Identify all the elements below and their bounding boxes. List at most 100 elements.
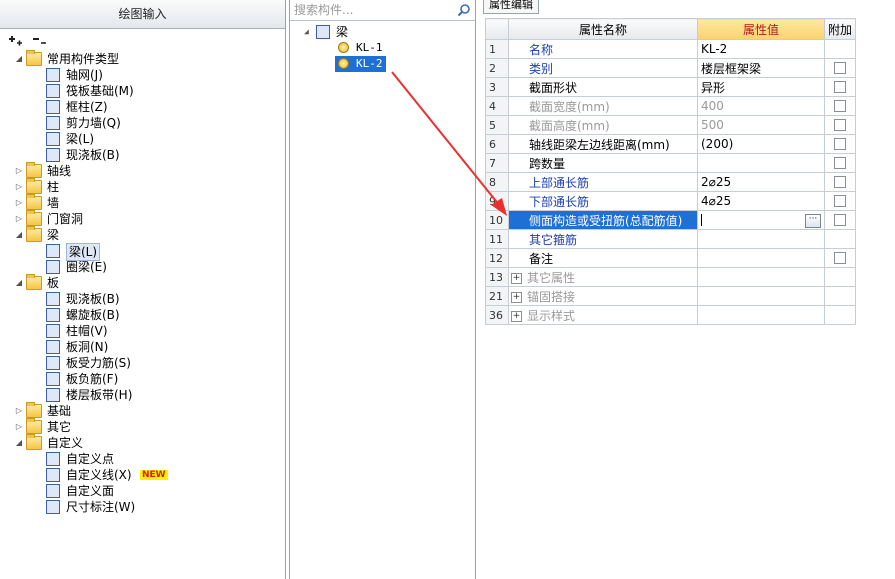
property-row[interactable]: 7 跨数量	[485, 153, 857, 173]
collapse-arrow-icon[interactable]: ◢	[14, 227, 24, 243]
property-value-cell[interactable]: 4⌀25	[697, 191, 825, 211]
property-value-cell[interactable]	[697, 305, 825, 325]
attach-checkbox[interactable]	[834, 252, 846, 264]
property-row[interactable]: 10 侧面构造或受扭筋(总配筋值) ···	[485, 210, 857, 230]
tree-item[interactable]: 自定义线(X) NEW	[0, 467, 285, 483]
property-value-cell[interactable]	[697, 229, 825, 249]
tree-folder[interactable]: ◢ 板	[0, 274, 285, 291]
property-row[interactable]: 9 下部通长筋 4⌀25	[485, 191, 857, 211]
expand-arrow-icon[interactable]: ▷	[14, 179, 24, 195]
expand-arrow-icon[interactable]: ▷	[14, 419, 24, 435]
attach-checkbox[interactable]	[834, 119, 846, 131]
collapse-arrow-icon[interactable]: ◢	[14, 275, 24, 291]
extra-cell[interactable]	[823, 77, 857, 97]
tree-item[interactable]: 自定义面	[0, 483, 285, 499]
extra-cell[interactable]	[823, 96, 857, 116]
property-row[interactable]: 12 备注	[485, 248, 857, 268]
search-button[interactable]	[454, 1, 474, 19]
property-value-cell[interactable]	[697, 153, 825, 173]
tree-folder[interactable]: ◢ 常用构件类型	[0, 50, 285, 67]
property-value-cell[interactable]: (200)	[697, 134, 825, 154]
expand-plus-icon[interactable]: +	[511, 291, 522, 303]
tree-folder[interactable]: ▷ 基础	[0, 402, 285, 419]
extra-cell[interactable]	[823, 172, 857, 192]
tree-item[interactable]: 板洞(N)	[0, 339, 285, 355]
tree-item[interactable]: 现浇板(B)	[0, 291, 285, 307]
property-row[interactable]: 6 轴线距梁左边线距离(mm) (200)	[485, 134, 857, 154]
tree-folder[interactable]: ▷ 柱	[0, 178, 285, 195]
tree-item[interactable]: 梁(L)	[0, 131, 285, 147]
attach-checkbox[interactable]	[834, 138, 846, 150]
property-row[interactable]: 36 + 显示样式	[485, 305, 857, 325]
tree-item[interactable]: 板负筋(F)	[0, 371, 285, 387]
extra-cell[interactable]	[823, 210, 857, 230]
ellipsis-button[interactable]: ···	[805, 214, 821, 228]
property-group-cell[interactable]: + 锚固搭接	[508, 286, 698, 306]
tab-property-edit[interactable]: 属性编辑	[483, 0, 539, 14]
property-value-cell[interactable]	[697, 286, 825, 306]
property-name-cell[interactable]: 截面宽度(mm)	[508, 96, 698, 116]
property-value-cell[interactable]: 500	[697, 115, 825, 135]
property-name-cell[interactable]: 其它箍筋	[508, 229, 698, 249]
property-row[interactable]: 8 上部通长筋 2⌀25	[485, 172, 857, 192]
tree-item[interactable]: 圈梁(E)	[0, 259, 285, 275]
property-row[interactable]: 21 + 锚固搭接	[485, 286, 857, 306]
extra-cell[interactable]	[823, 134, 857, 154]
attach-checkbox[interactable]	[834, 100, 846, 112]
property-value-cell[interactable]	[697, 267, 825, 287]
tree-item[interactable]: 楼层板带(H)	[0, 387, 285, 403]
tree-folder[interactable]: ▷ 其它	[0, 418, 285, 435]
expand-plus-icon[interactable]: +	[511, 272, 522, 284]
tree-folder[interactable]: ▷ 墙	[0, 194, 285, 211]
extra-cell[interactable]	[823, 115, 857, 135]
property-name-cell[interactable]: 侧面构造或受扭筋(总配筋值)	[508, 210, 698, 230]
component-item[interactable]: KL-2	[290, 56, 475, 72]
tree-item[interactable]: 现浇板(B)	[0, 147, 285, 163]
property-name-cell[interactable]: 类别	[508, 58, 698, 78]
property-value-cell[interactable]: 2⌀25	[697, 172, 825, 192]
attach-checkbox[interactable]	[834, 157, 846, 169]
extra-cell[interactable]	[823, 153, 857, 173]
property-row[interactable]: 13 + 其它属性	[485, 267, 857, 287]
attach-checkbox[interactable]	[834, 81, 846, 93]
property-name-cell[interactable]: 跨数量	[508, 153, 698, 173]
property-row[interactable]: 4 截面宽度(mm) 400	[485, 96, 857, 116]
property-name-cell[interactable]: 上部通长筋	[508, 172, 698, 192]
extra-cell[interactable]	[823, 248, 857, 268]
attach-checkbox[interactable]	[834, 62, 846, 74]
tree-folder[interactable]: ◢ 自定义	[0, 434, 285, 451]
tree-item[interactable]: 板受力筋(S)	[0, 355, 285, 371]
component-item[interactable]: KL-1	[290, 40, 475, 56]
property-value-editor[interactable]: ···	[697, 210, 825, 230]
expand-arrow-icon[interactable]: ▷	[14, 403, 24, 419]
tree-folder[interactable]: ▷ 轴线	[0, 162, 285, 179]
property-name-cell[interactable]: 名称	[508, 39, 698, 59]
tree-item[interactable]: 轴网(J)	[0, 67, 285, 83]
property-group-cell[interactable]: + 其它属性	[508, 267, 698, 287]
collapse-arrow-icon[interactable]: ◢	[14, 435, 24, 451]
attach-checkbox[interactable]	[834, 214, 846, 226]
tree-item[interactable]: 螺旋板(B)	[0, 307, 285, 323]
expand-all-button[interactable]	[6, 31, 24, 49]
tree-item[interactable]: 尺寸标注(W)	[0, 499, 285, 515]
property-row[interactable]: 5 截面高度(mm) 500	[485, 115, 857, 135]
collapse-all-button[interactable]	[30, 31, 48, 49]
tree-folder[interactable]: ◢ 梁	[0, 226, 285, 243]
property-value-cell[interactable]: 400	[697, 96, 825, 116]
collapse-arrow-icon[interactable]: ◢	[304, 24, 309, 40]
tree-item[interactable]: 剪力墙(Q)	[0, 115, 285, 131]
property-row[interactable]: 3 截面形状 异形	[485, 77, 857, 97]
expand-arrow-icon[interactable]: ▷	[14, 211, 24, 227]
tree-item[interactable]: 筏板基础(M)	[0, 83, 285, 99]
property-value-cell[interactable]: 异形	[697, 77, 825, 97]
property-name-cell[interactable]: 截面形状	[508, 77, 698, 97]
property-name-cell[interactable]: 下部通长筋	[508, 191, 698, 211]
search-input[interactable]	[294, 1, 449, 18]
tree-item[interactable]: 自定义点	[0, 451, 285, 467]
expand-plus-icon[interactable]: +	[511, 310, 522, 322]
property-row[interactable]: 1 名称 KL-2	[485, 39, 857, 59]
expand-arrow-icon[interactable]: ▷	[14, 163, 24, 179]
property-value-cell[interactable]	[697, 248, 825, 268]
tree-item[interactable]: 框柱(Z)	[0, 99, 285, 115]
property-name-cell[interactable]: 轴线距梁左边线距离(mm)	[508, 134, 698, 154]
